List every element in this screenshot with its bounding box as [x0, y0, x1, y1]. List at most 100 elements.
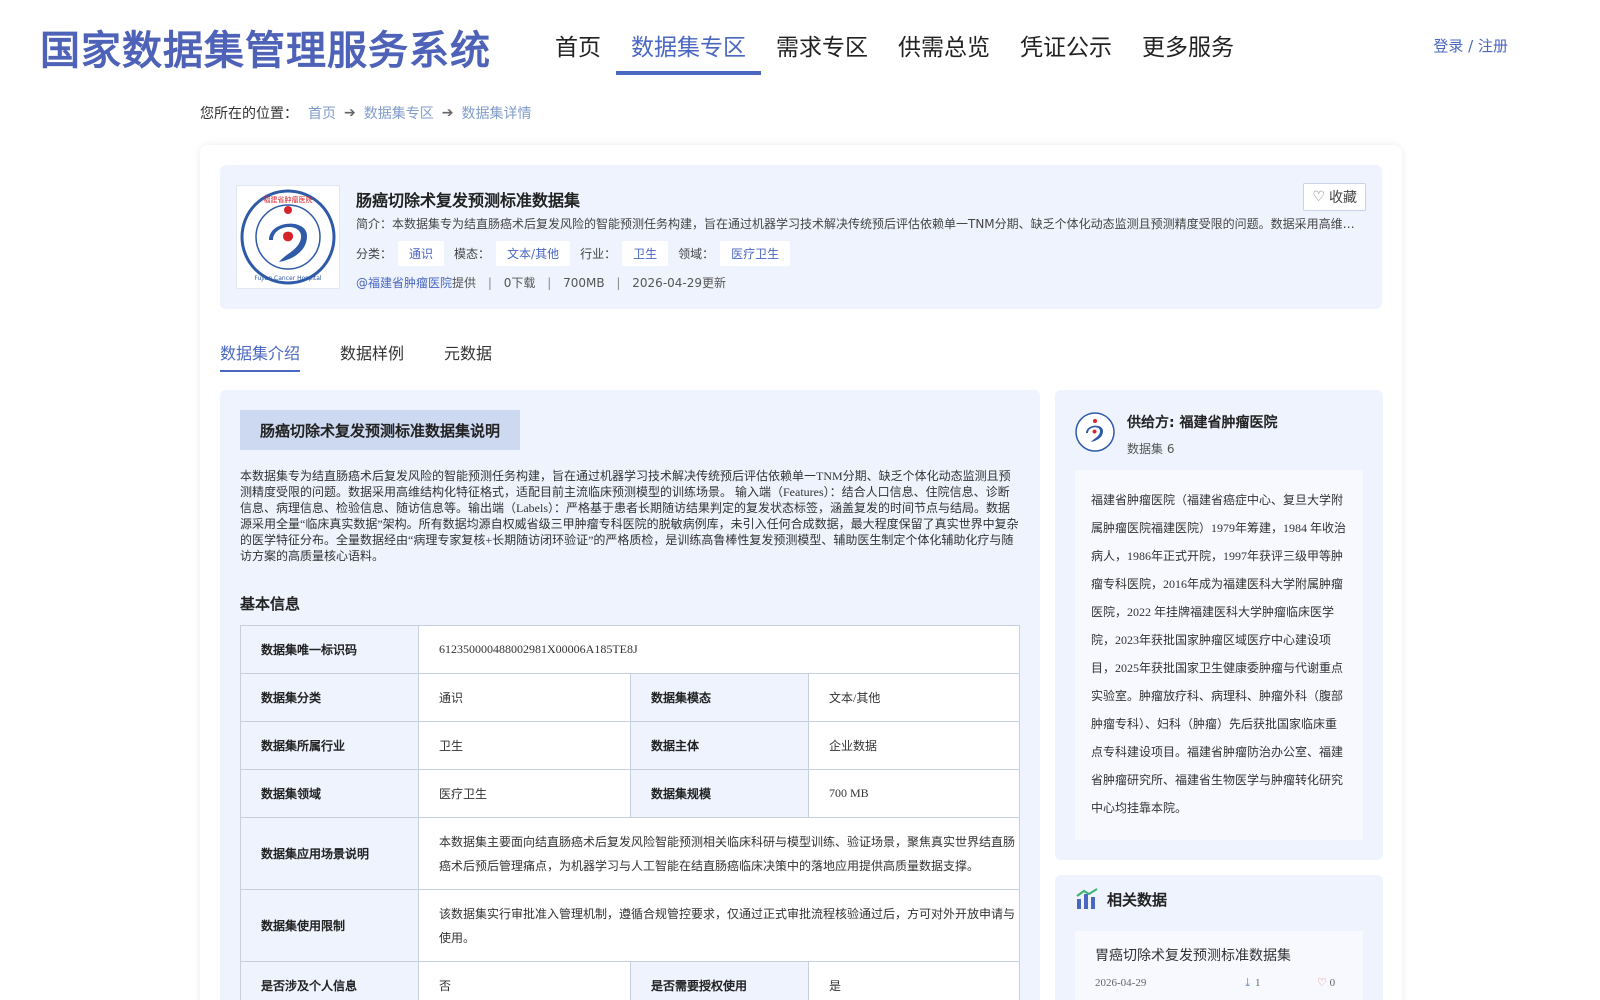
- info-key: 是否涉及个人信息: [240, 961, 419, 1000]
- heart-icon: ♡: [1312, 189, 1325, 205]
- table-row: 数据集分类 通识 数据集模态 文本/其他: [240, 673, 1020, 722]
- info-value: 医疗卫生: [418, 769, 631, 818]
- meta-separator: |: [547, 276, 552, 290]
- basic-info-title: 基本信息: [240, 595, 301, 613]
- info-key: 数据集唯一标识码: [240, 625, 419, 674]
- breadcrumb: 您所在的位置： 首页 ➔ 数据集专区 ➔ 数据集详情: [200, 103, 531, 123]
- related-panel: 相关数据 胃癌切除术复发预测标准数据集 2026-04-29 ⤓ 1 ♡ 0: [1055, 875, 1383, 1000]
- tag-modality[interactable]: 文本/其他: [496, 241, 571, 266]
- related-item[interactable]: 胃癌切除术复发预测标准数据集 2026-04-29 ⤓ 1 ♡ 0: [1075, 931, 1363, 1000]
- breadcrumb-label: 您所在的位置：: [200, 106, 298, 122]
- meta-separator: |: [487, 276, 492, 290]
- nav-demands[interactable]: 需求专区: [761, 22, 883, 75]
- info-key: 数据集规模: [630, 769, 809, 818]
- arrow-right-icon: ➔: [344, 105, 356, 121]
- table-row: 是否涉及个人信息 否 是否需要授权使用 是: [240, 961, 1020, 1000]
- info-value: 否: [418, 961, 631, 1000]
- dataset-header: 福建省肿瘤医院 Fujian Cancer Hospital 肠癌切除术复发预测…: [220, 165, 1382, 309]
- info-value: 612350000488002981X00006A185TE8J: [418, 625, 1020, 674]
- basic-info-table: 数据集唯一标识码 612350000488002981X00006A185TE8…: [240, 625, 1020, 1000]
- nav-more[interactable]: 更多服务: [1127, 22, 1249, 75]
- meta-separator: |: [616, 276, 621, 290]
- main-nav: 首页 数据集专区 需求专区 供需总览 凭证公示 更多服务: [540, 22, 1249, 75]
- table-row: 数据集所属行业 卫生 数据主体 企业数据: [240, 721, 1020, 770]
- favorite-button[interactable]: ♡ 收藏: [1303, 183, 1366, 211]
- nav-credentials[interactable]: 凭证公示: [1005, 22, 1127, 75]
- download-icon: ⤓: [1243, 977, 1253, 989]
- table-row: 数据集唯一标识码 612350000488002981X00006A185TE8…: [240, 625, 1020, 674]
- site-logo[interactable]: 国家数据集管理服务系统: [40, 18, 491, 76]
- supplier-intro: 福建省肿瘤医院（福建省癌症中心、复旦大学附属肿瘤医院福建医院）1979年筹建，1…: [1075, 470, 1363, 840]
- supplier-name[interactable]: 供给方: 福建省肿瘤医院: [1127, 412, 1277, 432]
- info-key: 数据集分类: [240, 673, 419, 722]
- info-key: 是否需要授权使用: [630, 961, 809, 1000]
- bar-chart-icon: [1076, 888, 1098, 909]
- supplier-dataset-count: 数据集 6: [1127, 442, 1175, 456]
- tag-label-industry: 行业：: [580, 247, 617, 261]
- tab-intro[interactable]: 数据集介绍: [220, 340, 301, 372]
- logo-text-top: 福建省肿瘤医院: [264, 195, 313, 204]
- intro-banner: 肠癌切除术复发预测标准数据集说明: [240, 410, 520, 450]
- table-row: 数据集使用限制 该数据集实行审批准入管理机制，遵循合规管控要求，仅通过正式审批流…: [240, 889, 1020, 962]
- dataset-brief: 简介：本数据集专为结直肠癌术后复发风险的智能预测任务构建，旨在通过机器学习技术解…: [356, 217, 1355, 231]
- updated-date: 2026-04-29更新: [632, 276, 727, 290]
- info-value: 文本/其他: [808, 673, 1020, 722]
- info-key: 数据集模态: [630, 673, 809, 722]
- info-value: 卫生: [418, 721, 631, 770]
- heart-icon: ♡: [1317, 977, 1327, 989]
- favorite-label: 收藏: [1329, 190, 1357, 206]
- related-item-date: 2026-04-29: [1095, 977, 1147, 989]
- tag-domain[interactable]: 医疗卫生: [720, 241, 791, 266]
- logo-text-bottom: Fujian Cancer Hospital: [254, 275, 321, 282]
- intro-description: 本数据集专为结直肠癌术后复发风险的智能预测任务构建，旨在通过机器学习技术解决传统…: [240, 469, 1019, 563]
- info-value: 本数据集主要面向结直肠癌术后复发风险智能预测相关临床科研与模型训练、验证场景，聚…: [418, 817, 1020, 890]
- table-row: 数据集应用场景说明 本数据集主要面向结直肠癌术后复发风险智能预测相关临床科研与模…: [240, 817, 1020, 890]
- info-key: 数据主体: [630, 721, 809, 770]
- info-key: 数据集所属行业: [240, 721, 419, 770]
- related-item-likes[interactable]: ♡ 0: [1317, 976, 1335, 989]
- info-value: 700 MB: [808, 769, 1020, 818]
- dataset-size: 700MB: [563, 276, 605, 290]
- tab-metadata[interactable]: 元数据: [444, 340, 492, 372]
- tag-label-modality: 模态：: [454, 247, 491, 261]
- nav-datasets[interactable]: 数据集专区: [616, 22, 761, 75]
- hospital-logo: 福建省肿瘤医院 Fujian Cancer Hospital: [236, 185, 340, 289]
- info-key: 数据集应用场景说明: [240, 817, 419, 890]
- provider-link[interactable]: @福建省肿瘤医院: [356, 276, 452, 290]
- tag-category[interactable]: 通识: [398, 241, 445, 266]
- breadcrumb-home[interactable]: 首页: [308, 103, 336, 123]
- info-value: 通识: [418, 673, 631, 722]
- related-item-title[interactable]: 胃癌切除术复发预测标准数据集: [1095, 945, 1291, 965]
- nav-overview[interactable]: 供需总览: [883, 22, 1005, 75]
- info-key: 数据集领域: [240, 769, 419, 818]
- tab-samples[interactable]: 数据样例: [340, 340, 404, 372]
- related-item-downloads: ⤓ 1: [1243, 976, 1260, 989]
- nav-home[interactable]: 首页: [540, 22, 616, 75]
- table-row: 数据集领域 医疗卫生 数据集规模 700 MB: [240, 769, 1020, 818]
- like-count-value: 0: [1329, 977, 1336, 989]
- info-value: 是: [808, 961, 1020, 1000]
- provider-suffix: 提供: [452, 276, 477, 290]
- dataset-meta: @福建省肿瘤医院提供 | 0下载 | 700MB | 2026-04-29更新: [356, 274, 726, 291]
- detail-tabs: 数据集介绍 数据样例 元数据: [220, 340, 532, 372]
- info-value: 该数据集实行审批准入管理机制，遵循合规管控要求，仅通过正式审批流程核验通过后，方…: [418, 889, 1020, 962]
- info-value: 企业数据: [808, 721, 1020, 770]
- supplier-logo-icon[interactable]: [1075, 412, 1115, 452]
- top-header: 国家数据集管理服务系统 首页 数据集专区 需求专区 供需总览 凭证公示 更多服务…: [0, 0, 1600, 90]
- dataset-tags: 分类： 通识 模态： 文本/其他 行业： 卫生 领域： 医疗卫生: [356, 241, 800, 266]
- hospital-logo-icon: 福建省肿瘤医院 Fujian Cancer Hospital: [240, 189, 336, 285]
- related-title: 相关数据: [1107, 890, 1168, 909]
- login-register-link[interactable]: 登录 / 注册: [1433, 35, 1508, 56]
- info-key: 数据集使用限制: [240, 889, 419, 962]
- related-header: 相关数据: [1075, 887, 1167, 911]
- tag-label-category: 分类：: [356, 247, 393, 261]
- download-count-value: 1: [1254, 977, 1261, 989]
- intro-panel: 肠癌切除术复发预测标准数据集说明 本数据集专为结直肠癌术后复发风险的智能预测任务…: [220, 390, 1040, 1000]
- arrow-right-icon: ➔: [441, 105, 454, 121]
- dataset-title: 肠癌切除术复发预测标准数据集: [356, 191, 581, 210]
- tag-industry[interactable]: 卫生: [622, 241, 669, 266]
- breadcrumb-datasets[interactable]: 数据集专区: [364, 103, 434, 123]
- download-count: 0下载: [503, 276, 536, 290]
- breadcrumb-detail[interactable]: 数据集详情: [461, 103, 531, 123]
- tag-label-domain: 领域：: [678, 247, 715, 261]
